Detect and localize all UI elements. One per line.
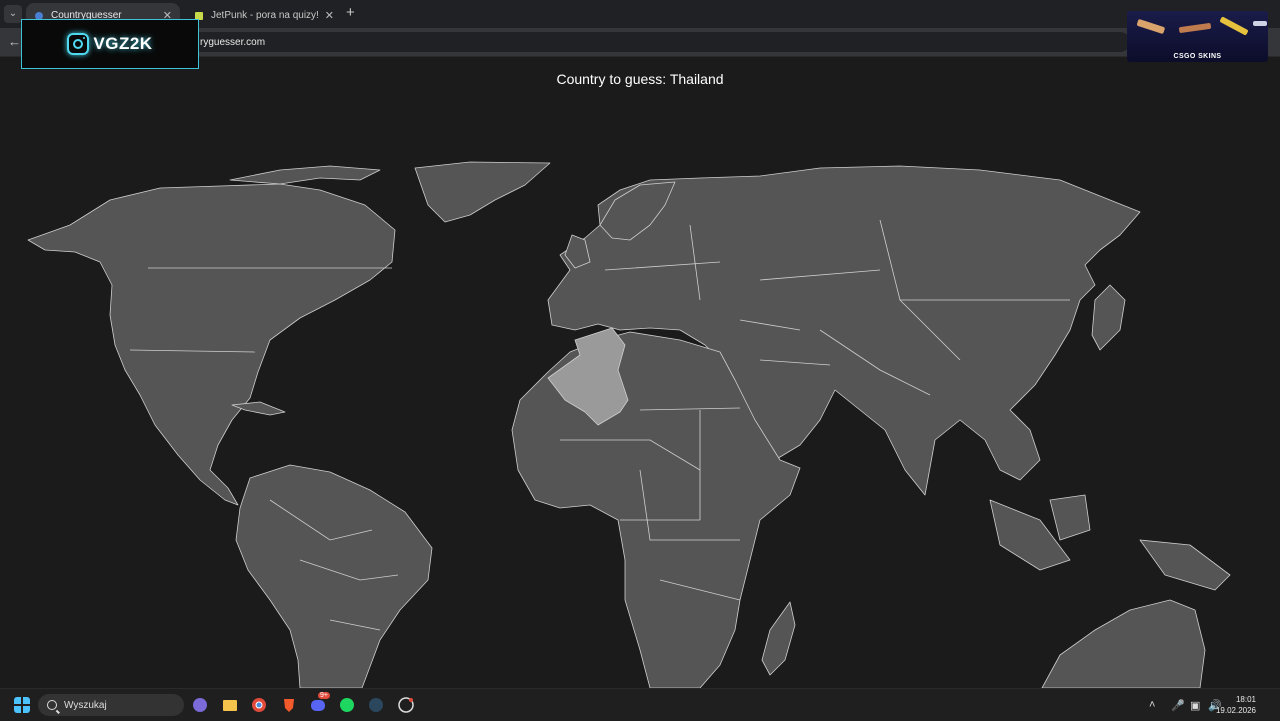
file-explorer-icon[interactable] [222, 697, 238, 713]
url-text: ryguesser.com [200, 37, 266, 48]
time-text: 18:01 [1235, 695, 1256, 704]
clock[interactable]: 18:01 19.02.2026 [1216, 694, 1256, 716]
brave-icon[interactable] [281, 697, 297, 713]
copilot-icon[interactable] [192, 697, 208, 713]
search-placeholder: Wyszukaj [64, 699, 107, 711]
sponsor-overlay: CSGO SKINS [1127, 11, 1268, 62]
country-australia[interactable] [1041, 599, 1206, 688]
stream-logo-overlay: VGZ2K [21, 19, 199, 69]
discord-badge: 9+ [318, 692, 330, 699]
new-tab-button[interactable]: + [346, 4, 355, 21]
country-madagascar[interactable] [761, 601, 796, 676]
country-greenland[interactable] [414, 161, 551, 223]
country-indonesia[interactable] [989, 494, 1231, 591]
sponsor-text: CSGO SKINS [1173, 53, 1222, 60]
spotify-icon[interactable] [339, 697, 355, 713]
search-icon [47, 700, 57, 710]
tab-search-button[interactable]: ⌄ [4, 5, 22, 23]
stream-logo-text: VGZ2K [93, 34, 153, 53]
microphone-icon[interactable]: 🎤 [1171, 699, 1185, 712]
country-north-america[interactable] [27, 183, 396, 506]
country-prompt: Country to guess: Thailand [556, 71, 724, 87]
taskbar-search[interactable]: Wyszukaj [38, 694, 184, 716]
country-japan[interactable] [1091, 284, 1126, 351]
close-icon[interactable]: ✕ [325, 9, 334, 22]
obs-icon[interactable] [398, 697, 414, 713]
weapon-skins-image [1136, 17, 1267, 35]
country-south-america[interactable] [235, 464, 433, 688]
back-arrow-icon[interactable]: ← [8, 34, 21, 49]
tab-jetpunk[interactable]: JetPunk - pora na quizy! ✕ [186, 3, 342, 28]
network-icon[interactable]: ▣ [1190, 699, 1200, 712]
tab-title: JetPunk - pora na quizy! [211, 10, 319, 21]
steam-icon[interactable] [368, 697, 384, 713]
discord-icon[interactable] [310, 697, 326, 713]
date-text: 19.02.2026 [1215, 706, 1256, 715]
instagram-icon [67, 33, 90, 55]
chevron-up-icon[interactable]: ˄ [1149, 699, 1155, 711]
world-map[interactable] [0, 100, 1280, 688]
country-arctic-islands[interactable] [229, 165, 381, 185]
chrome-icon[interactable] [251, 697, 267, 713]
windows-taskbar: Wyszukaj 9+ ˄ 🎤 ▣ 🔊 18:01 19.02.2026 [0, 688, 1280, 721]
windows-start-icon[interactable] [14, 697, 30, 713]
